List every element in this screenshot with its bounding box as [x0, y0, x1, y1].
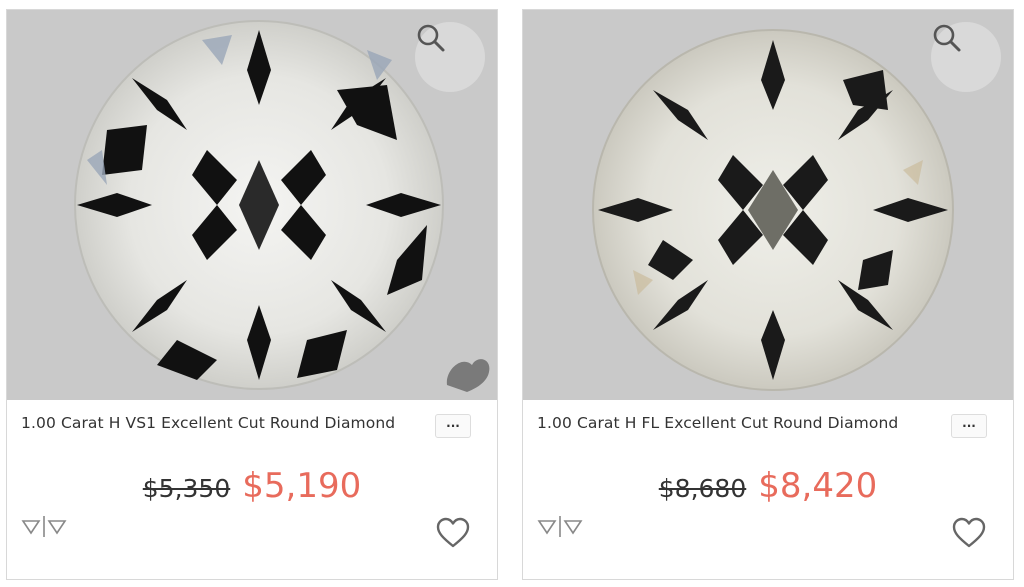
- product-title[interactable]: 1.00 Carat H FL Excellent Cut Round Diam…: [537, 414, 898, 432]
- diamond-image[interactable]: [7, 10, 497, 400]
- diamond-image[interactable]: [523, 10, 1013, 400]
- more-options-button[interactable]: ···: [435, 414, 471, 438]
- magnifier-icon: [417, 24, 445, 52]
- original-price: $5,350: [142, 474, 231, 503]
- magnifier-icon: [933, 24, 961, 52]
- product-title[interactable]: 1.00 Carat H VS1 Excellent Cut Round Dia…: [21, 414, 395, 432]
- price-row: $5,350 $5,190: [7, 466, 497, 506]
- sale-price: $8,420: [758, 466, 878, 506]
- product-card-1[interactable]: 1.00 Carat H VS1 Excellent Cut Round Dia…: [6, 9, 498, 580]
- zoom-button[interactable]: [415, 22, 485, 92]
- heart-icon: [436, 517, 470, 548]
- diamond-logo-icon: [21, 515, 69, 541]
- favorite-button[interactable]: [435, 517, 471, 553]
- heart-icon: [952, 517, 986, 548]
- price-row: $8,680 $8,420: [523, 466, 1013, 506]
- sale-price: $5,190: [242, 466, 362, 506]
- more-options-button[interactable]: ···: [951, 414, 987, 438]
- original-price: $8,680: [658, 474, 747, 503]
- diamond-logo-icon: [537, 515, 585, 541]
- zoom-button[interactable]: [931, 22, 1001, 92]
- favorite-button[interactable]: [951, 517, 987, 553]
- heart-badge-icon: [446, 359, 490, 392]
- product-card-2[interactable]: 1.00 Carat H FL Excellent Cut Round Diam…: [522, 9, 1014, 580]
